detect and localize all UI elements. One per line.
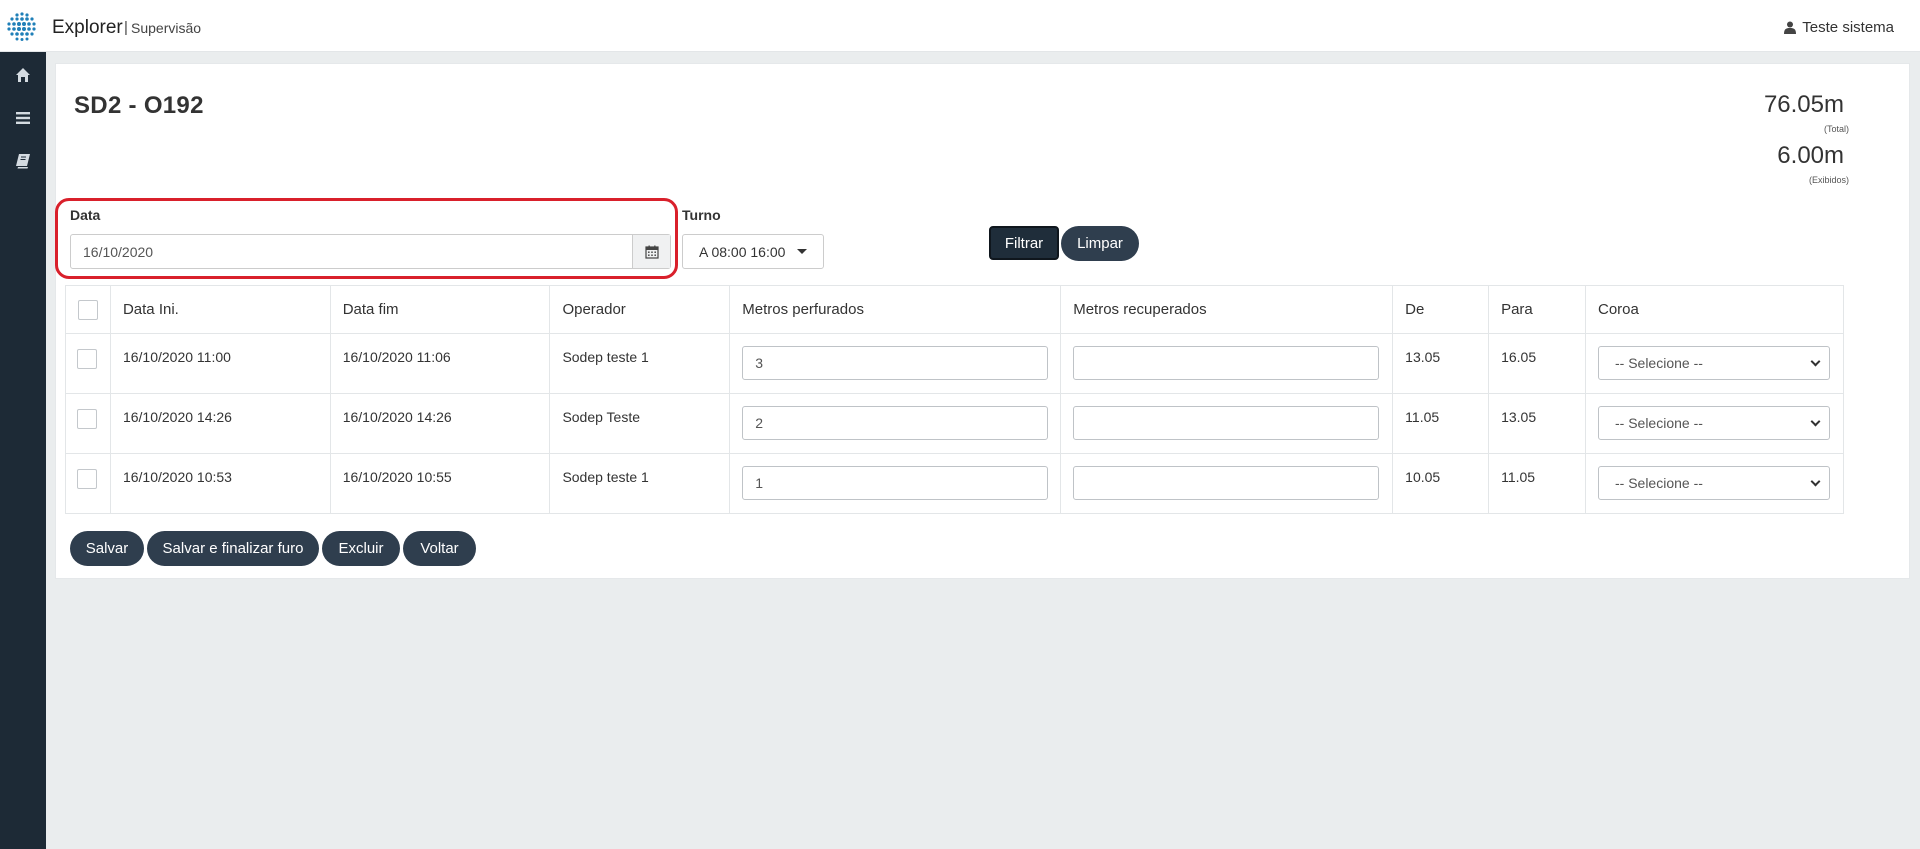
crown-select-value: -- Selecione --: [1614, 475, 1703, 491]
cell-from: 10.05: [1392, 453, 1490, 514]
cell-to: 16.05: [1488, 333, 1586, 394]
row-checkbox[interactable]: [77, 409, 97, 429]
user-name: Teste sistema: [1802, 19, 1894, 36]
cell-from: 13.05: [1392, 333, 1490, 394]
chevron-down-icon: [1810, 356, 1821, 366]
drilled-meters-input[interactable]: [742, 466, 1049, 500]
drilling-table: Data Ini. Data fim Operador Metros perfu…: [65, 285, 1845, 514]
shown-meters-label: (Exibidos): [1808, 175, 1849, 185]
cell-start: 16/10/2020 11:00: [109, 333, 331, 394]
table-row: 16/10/2020 14:26 16/10/2020 14:26 Sodep …: [65, 393, 1845, 454]
back-button[interactable]: Voltar: [403, 531, 476, 566]
turno-dropdown[interactable]: A 08:00 16:00: [682, 234, 824, 269]
table-row: 16/10/2020 11:00 16/10/2020 11:06 Sodep …: [65, 333, 1845, 394]
user-menu[interactable]: Teste sistema: [1784, 19, 1894, 36]
recovered-meters-input[interactable]: [1073, 346, 1380, 380]
filter-button[interactable]: Filtrar: [989, 226, 1059, 260]
table-row: 16/10/2020 10:53 16/10/2020 10:55 Sodep …: [65, 453, 1845, 514]
crown-select[interactable]: -- Selecione --: [1597, 346, 1830, 380]
turno-label: Turno: [682, 207, 721, 223]
recovered-meters-input[interactable]: [1073, 466, 1380, 500]
cell-end: 16/10/2020 11:06: [329, 333, 551, 394]
cell-end: 16/10/2020 14:26: [329, 393, 551, 454]
select-all-checkbox[interactable]: [78, 299, 98, 320]
col-header: De: [1392, 285, 1490, 334]
date-label: Data: [70, 207, 101, 223]
home-icon[interactable]: [12, 64, 34, 86]
row-checkbox[interactable]: [77, 349, 97, 369]
col-header: Coroa: [1584, 285, 1845, 334]
chevron-down-icon: [1810, 416, 1821, 426]
page-title: SD2 - O192: [74, 92, 204, 119]
crown-select[interactable]: -- Selecione --: [1597, 466, 1830, 500]
col-header: Data Ini.: [109, 285, 331, 334]
clear-button[interactable]: Limpar: [1061, 226, 1139, 261]
row-checkbox[interactable]: [77, 469, 97, 489]
save-button[interactable]: Salvar: [70, 531, 144, 566]
caret-down-icon: [797, 249, 808, 254]
cell-start: 16/10/2020 10:53: [109, 453, 331, 514]
cell-start: 16/10/2020 14:26: [109, 393, 331, 454]
crown-select[interactable]: -- Selecione --: [1597, 406, 1830, 440]
drilled-meters-input[interactable]: [742, 406, 1049, 440]
date-picker: [70, 234, 671, 269]
book-icon[interactable]: [12, 150, 34, 172]
col-header: Metros perfurados: [729, 285, 1062, 334]
menu-icon[interactable]: [12, 107, 34, 129]
save-finish-button[interactable]: Salvar e finalizar furo: [147, 531, 319, 566]
total-meters-value: 76.05m: [1763, 91, 1844, 118]
col-header: Metros recuperados: [1060, 285, 1394, 334]
chevron-down-icon: [1810, 476, 1821, 486]
logo-icon: [7, 12, 36, 41]
cell-operator: Sodep teste 1: [549, 333, 731, 394]
drilled-meters-input[interactable]: [742, 346, 1049, 380]
delete-button[interactable]: Excluir: [322, 531, 400, 566]
col-header: Para: [1488, 285, 1586, 334]
crown-select-value: -- Selecione --: [1614, 415, 1703, 431]
section-name: Supervisão: [131, 20, 202, 36]
cell-from: 11.05: [1392, 393, 1490, 454]
table-header-row: Data Ini. Data fim Operador Metros perfu…: [65, 285, 1845, 334]
cell-operator: Sodep teste 1: [549, 453, 731, 514]
date-input[interactable]: [71, 235, 633, 268]
sidebar: [0, 52, 46, 849]
top-navbar: Explorer | Supervisão Teste sistema: [0, 0, 1920, 52]
col-header: Operador: [549, 285, 731, 334]
shown-meters-value: 6.00m: [1777, 142, 1844, 169]
cell-end: 16/10/2020 10:55: [329, 453, 551, 514]
cell-to: 13.05: [1488, 393, 1586, 454]
calendar-icon: [644, 245, 659, 259]
total-meters-label: (Total): [1823, 124, 1849, 134]
cell-operator: Sodep Teste: [549, 393, 731, 454]
brand-separator: |: [124, 19, 128, 36]
crown-select-value: -- Selecione --: [1614, 355, 1703, 371]
turno-value: A 08:00 16:00: [699, 243, 786, 260]
recovered-meters-input[interactable]: [1073, 406, 1380, 440]
col-header: Data fim: [329, 285, 551, 334]
cell-to: 11.05: [1488, 453, 1586, 514]
user-icon: [1784, 21, 1797, 34]
calendar-button[interactable]: [633, 235, 670, 268]
app-name: Explorer: [52, 17, 123, 38]
